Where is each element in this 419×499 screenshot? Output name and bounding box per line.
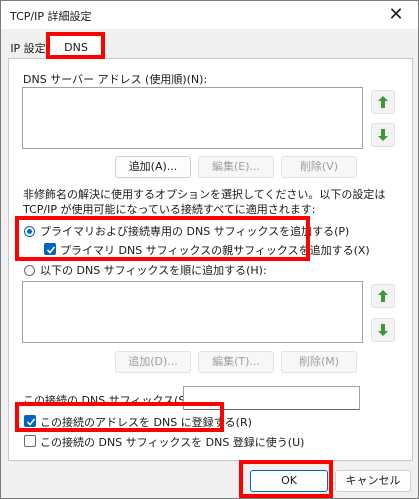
edit-server-button[interactable]: 編集(E)...: [198, 156, 274, 178]
connection-suffix-label: この接続の DNS サフィックス(S):: [23, 394, 194, 407]
window-title: TCP/IP 詳細設定: [10, 10, 92, 23]
radio-append-these-label[interactable]: 以下の DNS サフィックスを順に追加する(H):: [40, 262, 267, 278]
check-register-dns-label[interactable]: この接続のアドレスを DNS に登録する(R): [40, 414, 252, 430]
add-suffix-button[interactable]: 追加(D)...: [115, 351, 191, 373]
dns-panel: DNS サーバー アドレス (使用順)(N): 追加(A)... 編集(E)..…: [8, 58, 413, 461]
check-use-suffix-label[interactable]: この接続の DNS サフィックスを DNS 登録に使う(U): [40, 434, 304, 450]
title-bar: TCP/IP 詳細設定 ✕: [1, 1, 418, 29]
add-server-button[interactable]: 追加(A)...: [115, 156, 191, 178]
cancel-button[interactable]: キャンセル: [335, 470, 411, 492]
check-icon: [46, 246, 56, 254]
radio-append-primary-label[interactable]: プライマリおよび接続専用の DNS サフィックスを追加する(P): [40, 223, 349, 239]
check-icon: [26, 418, 36, 426]
check-append-parent-label[interactable]: プライマリ DNS サフィックスの親サフィックスを追加する(X): [60, 242, 370, 258]
tab-dns[interactable]: DNS: [47, 35, 105, 60]
tab-ip-settings[interactable]: IP 設定: [7, 39, 49, 59]
arrow-up-icon: [378, 96, 388, 108]
connection-suffix-input[interactable]: [183, 386, 360, 410]
move-down-button[interactable]: [371, 123, 395, 147]
dns-servers-label: DNS サーバー アドレス (使用順)(N):: [23, 73, 208, 86]
remove-server-button[interactable]: 削除(V): [281, 156, 357, 178]
check-append-parent[interactable]: [44, 243, 56, 255]
arrow-down-icon: [378, 324, 388, 336]
close-button[interactable]: ✕: [374, 1, 418, 29]
suffix-move-down-button[interactable]: [371, 318, 395, 342]
dns-servers-list[interactable]: [22, 87, 363, 149]
dns-suffix-list[interactable]: [22, 281, 363, 343]
arrow-up-icon: [378, 290, 388, 302]
suffix-move-up-button[interactable]: [371, 284, 395, 308]
resolution-info-text: 非修飾名の解決に使用するオプションを選択してください。以下の設定は TCP/IP…: [23, 188, 386, 216]
check-use-suffix[interactable]: [24, 435, 36, 447]
ok-button[interactable]: OK: [250, 470, 328, 492]
check-register-dns[interactable]: [24, 415, 36, 427]
radio-append-primary[interactable]: [24, 226, 35, 237]
remove-suffix-button[interactable]: 削除(M): [281, 351, 357, 373]
tcpip-advanced-dialog: TCP/IP 詳細設定 ✕ IP 設定 DNS DNS サーバー アドレス (使…: [0, 0, 419, 499]
radio-append-these[interactable]: [24, 265, 35, 276]
edit-suffix-button[interactable]: 編集(T)...: [198, 351, 274, 373]
arrow-down-icon: [378, 129, 388, 141]
move-up-button[interactable]: [371, 90, 395, 114]
